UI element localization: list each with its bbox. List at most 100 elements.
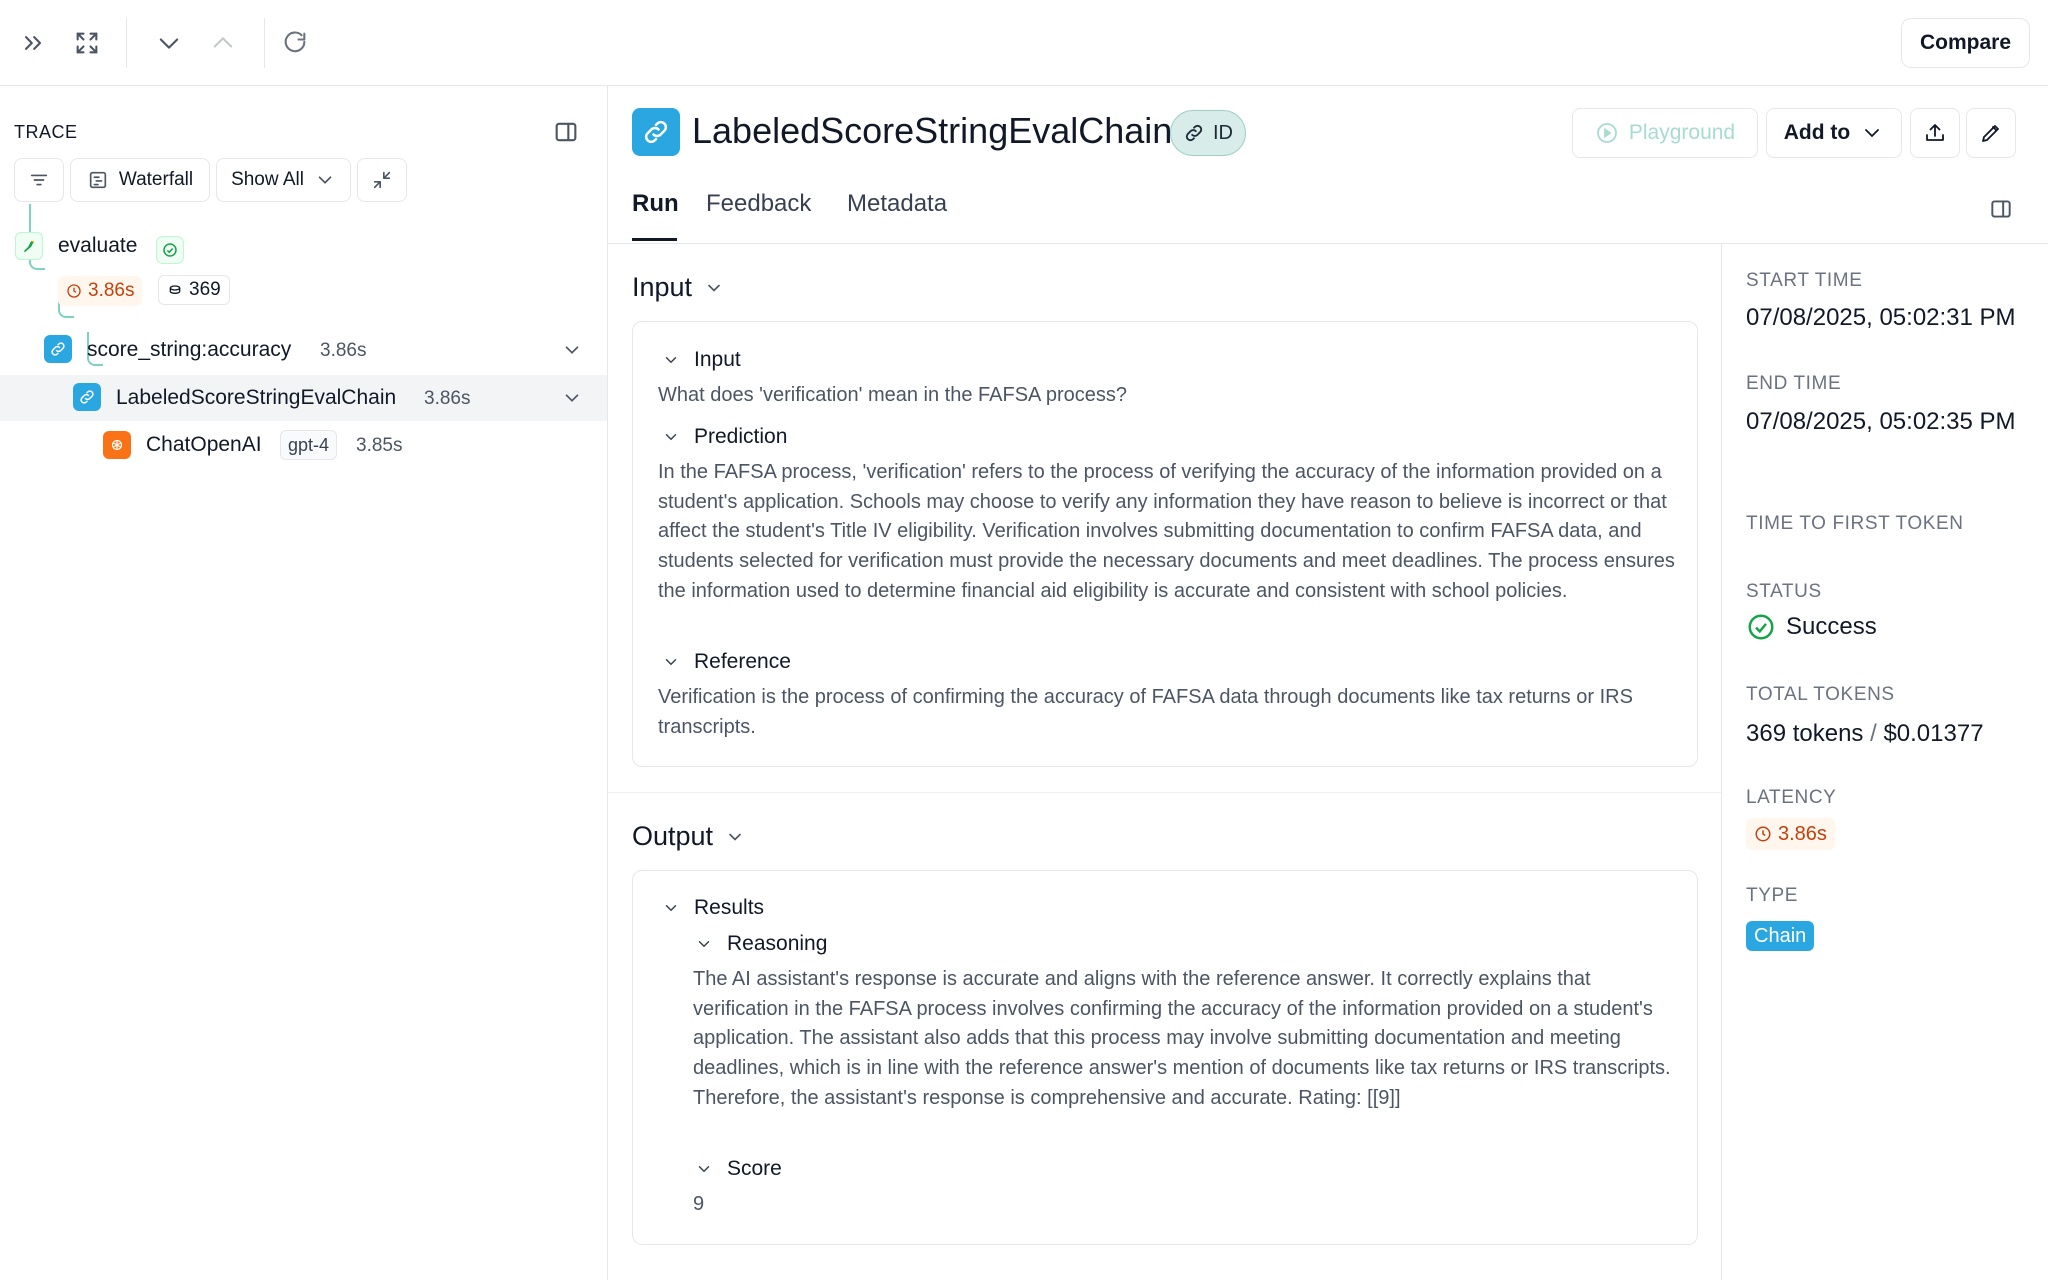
node-evaluate[interactable]: evaluate — [58, 234, 137, 258]
prediction-field-value: In the FAFSA process, 'verification' ref… — [658, 461, 1675, 602]
ttft-label: TIME TO FIRST TOKEN — [1746, 513, 1964, 534]
link-icon — [44, 335, 72, 363]
clock-icon — [1755, 826, 1771, 842]
node-score-string-accuracy[interactable]: score_string:accuracy — [87, 338, 291, 362]
model-badge: gpt-4 — [280, 430, 338, 460]
latency-value: 3.86s — [1778, 822, 1827, 845]
success-check-icon — [156, 236, 184, 264]
end-time-value: 07/08/2025, 05:02:35 PM — [1746, 408, 2016, 435]
node-chat-openai[interactable]: ChatOpenAI — [146, 433, 262, 457]
waterfall-button[interactable]: Waterfall — [70, 158, 210, 202]
output-section-title: Output — [632, 821, 714, 851]
chevron-down-icon — [665, 905, 677, 912]
fullscreen-icon[interactable] — [66, 22, 108, 64]
reasoning-label: Reasoning — [727, 932, 828, 955]
reasoning-field-toggle[interactable]: Reasoning — [695, 932, 827, 956]
input-field-value: What does 'verification' mean in the FAF… — [658, 384, 1127, 406]
chevron-down-icon — [665, 434, 677, 441]
chevron-down-icon[interactable] — [561, 387, 583, 409]
link-icon — [73, 383, 101, 411]
token-count: 369 — [189, 279, 221, 300]
reference-field-toggle[interactable]: Reference — [662, 650, 791, 674]
prediction-field-toggle[interactable]: Prediction — [662, 425, 787, 449]
next-run-icon[interactable] — [148, 22, 190, 64]
total-tokens-value: 369 tokens / $0.01377 — [1746, 720, 1984, 747]
input-section-title: Input — [632, 272, 693, 302]
waterfall-icon — [89, 171, 107, 189]
prediction-field-label: Prediction — [694, 425, 788, 448]
chevron-down-icon — [698, 941, 710, 948]
copy-id-button[interactable]: ID — [1170, 110, 1246, 156]
refresh-icon[interactable] — [274, 22, 316, 64]
chevron-down-icon — [1865, 129, 1880, 138]
results-label: Results — [694, 896, 765, 919]
latency-badge: 3.86s — [1746, 818, 1835, 850]
score-label: Score — [727, 1157, 782, 1180]
playground-button[interactable]: Playground — [1572, 108, 1758, 158]
score-field-toggle[interactable]: Score — [695, 1157, 782, 1181]
end-time-label: END TIME — [1746, 373, 1842, 394]
collapse-icon — [373, 171, 391, 189]
play-icon — [1596, 123, 1617, 143]
output-section-header[interactable]: Output — [632, 821, 745, 852]
id-label: ID — [1213, 121, 1233, 144]
details-panel-toggle-icon[interactable] — [1988, 196, 2014, 222]
node-latency: 3.85s — [356, 435, 403, 456]
add-to-dropdown[interactable]: Add to — [1766, 108, 1902, 158]
chevron-down-icon — [665, 357, 677, 364]
collapse-all-button[interactable] — [357, 158, 407, 202]
chain-link-icon — [632, 108, 680, 156]
input-field-label: Input — [694, 348, 741, 371]
input-field-toggle[interactable]: Input — [662, 348, 741, 372]
link-icon — [1185, 124, 1203, 142]
parrot-icon — [15, 232, 43, 260]
status-text: Success — [1786, 613, 1877, 640]
success-check-icon — [1748, 614, 1774, 640]
show-all-label: Show All — [231, 169, 304, 190]
node-latency: 3.86s — [424, 388, 471, 409]
chevron-down-icon[interactable] — [561, 339, 583, 361]
latency-value: 3.86s — [88, 280, 135, 301]
run-title: LabeledScoreStringEvalChain — [692, 110, 1173, 151]
tab-metadata[interactable]: Metadata — [847, 190, 947, 218]
expand-panel-icon[interactable] — [12, 22, 54, 64]
chevron-down-icon — [318, 176, 332, 184]
share-button[interactable] — [1910, 108, 1960, 158]
edit-button[interactable] — [1966, 108, 2016, 158]
pencil-icon — [1982, 125, 1999, 142]
waterfall-label: Waterfall — [118, 169, 194, 190]
openai-icon — [103, 431, 131, 459]
tab-run[interactable]: Run — [632, 190, 679, 218]
filter-button[interactable] — [14, 158, 64, 202]
chevron-down-icon — [708, 284, 720, 292]
compare-button[interactable]: Compare — [1900, 18, 2030, 68]
node-labeled-score-string-eval-chain[interactable]: LabeledScoreStringEvalChain — [116, 386, 396, 410]
chevron-down-icon — [729, 833, 741, 841]
add-to-label: Add to — [1783, 121, 1851, 144]
reference-field-label: Reference — [694, 650, 791, 673]
reasoning-value: The AI assistant's response is accurate … — [693, 968, 1671, 1109]
trace-panel: TRACE Waterfall Show All evaluate 3.86s … — [0, 86, 608, 1280]
token-cost: $0.01377 — [1883, 720, 1984, 747]
token-badge: 369 — [158, 275, 230, 305]
show-all-dropdown[interactable]: Show All — [216, 158, 351, 202]
clock-icon — [67, 284, 81, 298]
input-section-header[interactable]: Input — [632, 272, 724, 303]
results-field-toggle[interactable]: Results — [662, 896, 764, 920]
type-label: TYPE — [1746, 885, 1799, 906]
start-time-label: START TIME — [1746, 270, 1863, 291]
tab-feedback[interactable]: Feedback — [706, 190, 811, 218]
token-total: 369 tokens — [1746, 720, 1864, 747]
upload-icon — [1926, 124, 1944, 141]
sidebar-toggle-icon[interactable] — [552, 118, 580, 146]
score-value: 9 — [693, 1193, 705, 1215]
coins-icon — [169, 285, 181, 295]
status-label: STATUS — [1746, 581, 1822, 602]
status-value: Success — [1746, 612, 1877, 642]
type-chip: Chain — [1746, 921, 1815, 951]
previous-run-icon[interactable] — [202, 22, 244, 64]
filter-icon — [30, 174, 48, 186]
playground-label: Playground — [1628, 121, 1736, 144]
latency-label: LATENCY — [1746, 787, 1837, 808]
start-time-value: 07/08/2025, 05:02:31 PM — [1746, 304, 2016, 331]
